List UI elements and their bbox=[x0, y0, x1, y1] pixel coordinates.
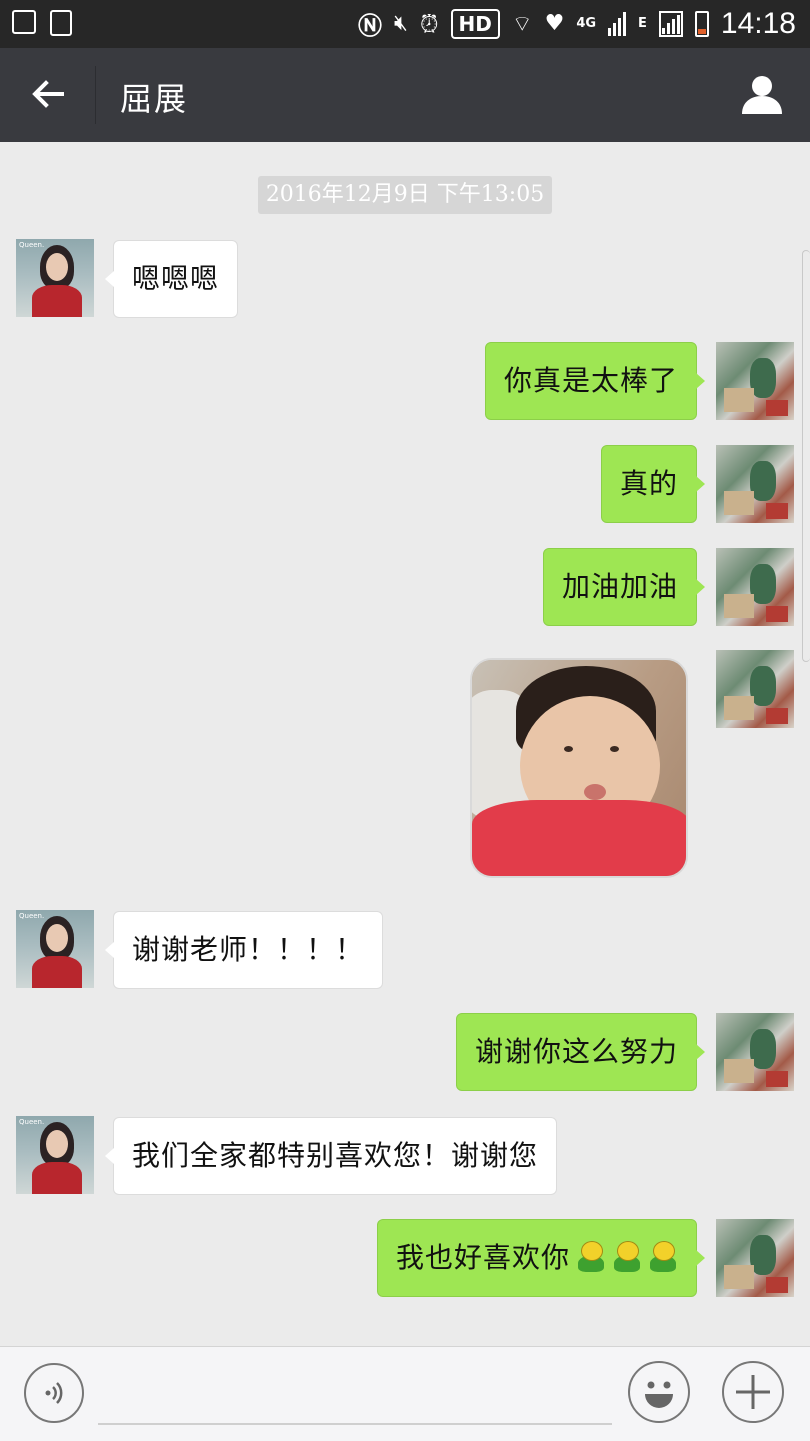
my-avatar[interactable] bbox=[716, 1013, 794, 1091]
my-avatar[interactable] bbox=[716, 342, 794, 420]
message-input[interactable] bbox=[98, 1423, 612, 1425]
contact-avatar[interactable]: Queen. bbox=[16, 239, 94, 317]
message-bubble-sent[interactable]: 谢谢你这么努力 bbox=[455, 1013, 706, 1091]
my-avatar[interactable] bbox=[716, 1219, 794, 1297]
network-type-2: E bbox=[638, 16, 647, 31]
hd-icon: HD bbox=[450, 8, 500, 39]
voice-icon bbox=[45, 1382, 63, 1404]
message-bubble-received[interactable]: 我们全家都特别喜欢您！谢谢您 bbox=[104, 1117, 558, 1195]
timestamp: 2016年12月9日 下午13:05 bbox=[258, 176, 552, 214]
smiley-emoji-icon bbox=[612, 1241, 642, 1273]
message-bubble-sent[interactable]: 真的 bbox=[600, 445, 706, 523]
my-avatar[interactable] bbox=[716, 548, 794, 626]
voice-button[interactable] bbox=[24, 1363, 84, 1423]
network-type: 4G bbox=[576, 16, 597, 31]
smiley-emoji-icon bbox=[576, 1241, 606, 1273]
heart-shield-icon: ♥ bbox=[544, 11, 565, 36]
message-text: 我也好喜欢你 bbox=[395, 1241, 570, 1274]
contact-avatar[interactable]: Queen. bbox=[16, 910, 94, 988]
emoji-button[interactable] bbox=[628, 1361, 690, 1423]
my-avatar[interactable] bbox=[716, 445, 794, 523]
profile-button[interactable] bbox=[740, 72, 784, 116]
gallery-icon bbox=[12, 10, 36, 34]
message-bubble-received[interactable]: 嗯嗯嗯 bbox=[104, 240, 239, 318]
my-avatar[interactable] bbox=[716, 650, 794, 728]
screenshot-icon bbox=[50, 10, 72, 36]
battery-icon bbox=[694, 10, 709, 37]
plus-icon bbox=[736, 1375, 770, 1409]
message-bubble-sent[interactable]: 我也好喜欢你 bbox=[376, 1219, 706, 1297]
avatar-tag: Queen. bbox=[19, 912, 45, 920]
smiley-icon bbox=[645, 1381, 673, 1408]
avatar-tag: Queen. bbox=[19, 1118, 45, 1126]
header-divider bbox=[95, 66, 96, 124]
alarm-icon: ⏰︎ bbox=[419, 9, 439, 38]
person-icon bbox=[742, 76, 782, 114]
clock: 14:18 bbox=[720, 6, 796, 40]
scroll-handle[interactable] bbox=[802, 250, 810, 662]
nfc-icon: Ⓝ bbox=[357, 12, 382, 40]
arrow-left-icon bbox=[32, 80, 64, 108]
wifi-icon: ⌔ bbox=[511, 11, 533, 37]
avatar-tag: Queen. bbox=[19, 241, 45, 249]
message-bubble-sent[interactable]: 加油加油 bbox=[542, 548, 706, 626]
smiley-emoji-icon bbox=[648, 1241, 678, 1273]
signal-icon bbox=[608, 11, 627, 36]
sent-photo[interactable] bbox=[470, 658, 688, 878]
page-title: 屈展 bbox=[120, 80, 189, 118]
mute-icon: 🔇︎ bbox=[393, 11, 408, 36]
contact-avatar[interactable]: Queen. bbox=[16, 1116, 94, 1194]
signal-icon-2 bbox=[658, 10, 683, 37]
status-bar: Ⓝ 🔇︎ ⏰︎ HD ⌔ ♥ 4G E 14:18 bbox=[0, 0, 810, 48]
back-button[interactable] bbox=[28, 74, 68, 114]
message-bubble-sent[interactable]: 你真是太棒了 bbox=[484, 342, 706, 420]
chat-header: 屈展 bbox=[0, 48, 810, 142]
more-button[interactable] bbox=[722, 1361, 784, 1423]
message-bubble-received[interactable]: 谢谢老师！！！！ bbox=[104, 911, 384, 989]
input-bar bbox=[0, 1346, 810, 1441]
